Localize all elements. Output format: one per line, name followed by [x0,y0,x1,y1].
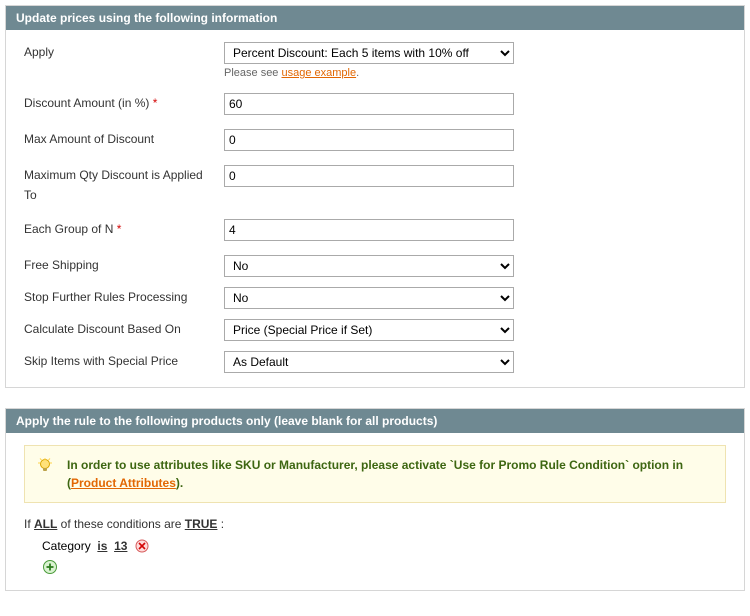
apply-helper-suffix: . [356,67,359,79]
skip-special-select[interactable]: As Default [224,351,514,373]
discount-amount-input[interactable] [224,93,514,115]
calc-based-label: Calculate Discount Based On [24,319,224,339]
cond-value[interactable]: TRUE [185,517,218,531]
row-free-shipping: Free Shipping No [24,255,726,277]
cond-prefix: If [24,517,34,531]
notice-suffix: ). [176,476,183,490]
row-discount-amount: Discount Amount (in %) * [24,93,726,115]
calc-based-select[interactable]: Price (Special Price if Set) [224,319,514,341]
discount-amount-label: Discount Amount (in %) * [24,93,224,113]
stop-rules-select[interactable]: No [224,287,514,309]
max-amount-input[interactable] [224,129,514,151]
condition-aggregate-line: If ALL of these conditions are TRUE : [24,517,726,531]
panel-body-update-prices: Apply Percent Discount: Each 5 items wit… [6,30,744,387]
lightbulb-icon [37,458,53,474]
apply-helper-prefix: Please see [224,67,281,79]
panel-header-apply-rule: Apply the rule to the following products… [6,409,744,433]
apply-select[interactable]: Percent Discount: Each 5 items with 10% … [224,42,514,64]
group-n-input[interactable] [224,219,514,241]
condition-rule-row: Category is 13 [42,539,726,553]
apply-helper: Please see usage example. [224,67,726,79]
free-shipping-select[interactable]: No [224,255,514,277]
remove-condition-icon[interactable] [135,539,149,553]
row-skip-special: Skip Items with Special Price As Default [24,351,726,373]
panel-header-update-prices: Update prices using the following inform… [6,6,744,30]
cond-end: : [217,517,224,531]
panel-body-apply-rule: In order to use attributes like SKU or M… [6,433,744,590]
cond-rule-value[interactable]: 13 [114,539,127,553]
row-stop-rules: Stop Further Rules Processing No [24,287,726,309]
max-amount-label: Max Amount of Discount [24,129,224,149]
usage-example-link[interactable]: usage example [281,67,356,79]
row-max-amount: Max Amount of Discount [24,129,726,151]
group-n-label: Each Group of N * [24,219,224,239]
cond-aggregator[interactable]: ALL [34,517,57,531]
cond-attribute[interactable]: Category [42,539,91,553]
notice-box: In order to use attributes like SKU or M… [24,445,726,503]
product-attributes-link[interactable]: Product Attributes [71,476,176,490]
apply-rule-panel: Apply the rule to the following products… [5,408,745,591]
cond-operator[interactable]: is [97,539,107,553]
row-calc-based: Calculate Discount Based On Price (Speci… [24,319,726,341]
row-max-qty: Maximum Qty Discount is Applied To [24,165,726,205]
stop-rules-label: Stop Further Rules Processing [24,287,224,307]
cond-mid: of these conditions are [57,517,184,531]
skip-special-label: Skip Items with Special Price [24,351,224,371]
notice-text: In order to use attributes like SKU or M… [67,456,713,492]
free-shipping-label: Free Shipping [24,255,224,275]
add-condition-icon[interactable] [42,559,58,575]
apply-label: Apply [24,42,224,62]
max-qty-label: Maximum Qty Discount is Applied To [24,165,224,205]
update-prices-panel: Update prices using the following inform… [5,5,745,388]
row-group-n: Each Group of N * [24,219,726,241]
row-apply: Apply Percent Discount: Each 5 items wit… [24,42,726,79]
max-qty-input[interactable] [224,165,514,187]
